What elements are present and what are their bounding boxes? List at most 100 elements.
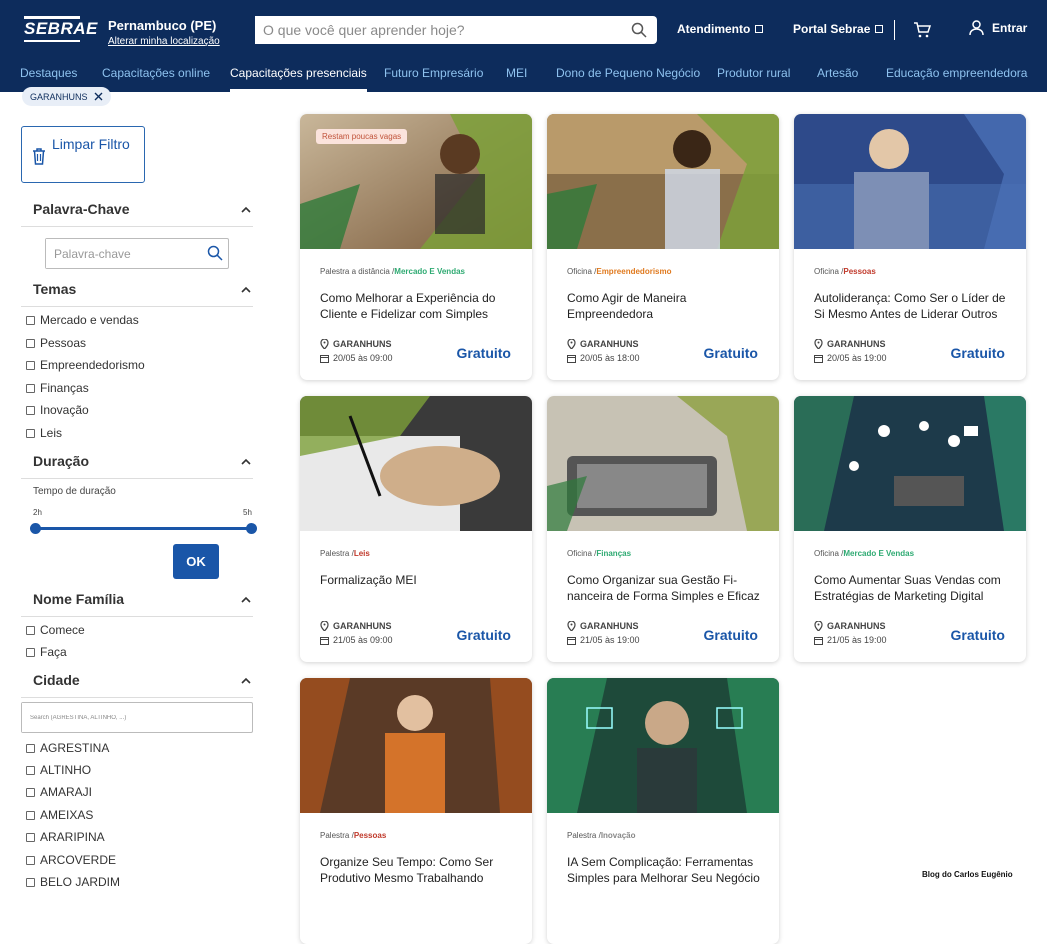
city-checkbox[interactable]: AMEIXAS [26, 808, 93, 822]
course-card[interactable]: Oficina /Mercado E Vendas Como Aumentar … [794, 396, 1026, 662]
checkbox[interactable] [26, 383, 35, 393]
course-topic[interactable]: Pessoas [354, 831, 386, 840]
checkbox[interactable] [26, 787, 35, 797]
cart-icon[interactable] [913, 22, 931, 38]
checkbox[interactable] [26, 405, 35, 415]
keyword-search[interactable] [45, 238, 229, 269]
city-checkbox[interactable]: ARARIPINA [26, 830, 105, 844]
course-topic[interactable]: Leis [354, 549, 370, 558]
course-image[interactable] [547, 114, 779, 249]
tab-capacitacoes-online[interactable]: Capacitações online [102, 66, 210, 92]
checkbox[interactable] [26, 743, 35, 753]
checkbox[interactable] [26, 765, 35, 775]
checkbox[interactable] [26, 855, 35, 865]
theme-checkbox[interactable]: Leis [26, 426, 62, 440]
change-location-link[interactable]: Alterar minha localização [108, 36, 220, 47]
chevron-up-icon[interactable] [241, 676, 251, 686]
theme-checkbox[interactable]: Empreendedorismo [26, 358, 145, 372]
ok-button[interactable]: OK [173, 544, 219, 579]
city-checkbox[interactable]: ALTINHO [26, 763, 91, 777]
chevron-up-icon[interactable] [241, 285, 251, 295]
checkbox[interactable] [26, 338, 35, 348]
themes-section-header[interactable]: Temas [21, 281, 253, 307]
course-topic[interactable]: Empreendedorismo [596, 267, 671, 276]
course-topic[interactable]: Inovação [601, 831, 636, 840]
family-checkbox[interactable]: Faça [26, 645, 67, 659]
course-image[interactable] [547, 396, 779, 531]
course-image[interactable]: Restam poucas vagas [300, 114, 532, 249]
course-card[interactable]: Palestra /Pessoas Organize Seu Tempo: Co… [300, 678, 532, 944]
course-image[interactable] [300, 678, 532, 813]
chevron-up-icon[interactable] [241, 595, 251, 605]
clear-filter-button[interactable]: Limpar Filtro [21, 126, 145, 183]
family-section-header[interactable]: Nome Família [21, 591, 253, 617]
city-checkbox[interactable]: AMARAJI [26, 785, 92, 799]
course-image[interactable] [300, 396, 532, 531]
slider-min-handle[interactable] [30, 523, 41, 534]
theme-checkbox[interactable]: Inovação [26, 403, 89, 417]
checkbox[interactable] [26, 832, 35, 842]
close-icon[interactable] [94, 92, 103, 101]
checkbox[interactable] [26, 625, 35, 635]
city-checkbox[interactable]: AGRESTINA [26, 741, 109, 755]
course-topic[interactable]: Mercado E Vendas [843, 549, 914, 558]
city-search[interactable] [21, 702, 253, 733]
course-image[interactable] [547, 678, 779, 813]
course-card[interactable]: Oficina /Pessoas Autoliderança: Como Ser… [794, 114, 1026, 380]
checkbox[interactable] [26, 360, 35, 370]
theme-checkbox[interactable]: Pessoas [26, 336, 86, 350]
duration-section-header[interactable]: Duração [21, 453, 253, 479]
theme-checkbox[interactable]: Mercado e vendas [26, 313, 139, 327]
course-card[interactable]: Palestra /Inovação IA Sem Complicação: F… [547, 678, 779, 944]
family-checkbox[interactable]: Comece [26, 623, 85, 637]
search-icon[interactable] [207, 245, 223, 261]
main-search-input[interactable] [255, 16, 615, 44]
course-image[interactable] [794, 114, 1026, 249]
course-title[interactable]: Organize Seu Tempo: Como Ser Produtivo M… [320, 854, 518, 886]
course-topic[interactable]: Finanças [596, 549, 631, 558]
keyword-input[interactable] [46, 239, 196, 268]
course-card[interactable]: Oficina /Finanças Como Organizar sua Ges… [547, 396, 779, 662]
course-card[interactable]: Restam poucas vagas Palestra a distância… [300, 114, 532, 380]
course-title[interactable]: Como Aumentar Suas Vendas com Estratégia… [814, 572, 1012, 604]
search-icon[interactable] [631, 22, 647, 38]
chevron-up-icon[interactable] [241, 457, 251, 467]
portal-sebrae-link[interactable]: Portal Sebrae [793, 22, 884, 36]
course-topic[interactable]: Mercado E Vendas [394, 267, 465, 276]
course-card[interactable]: Oficina /Empreendedorismo Como Agir de M… [547, 114, 779, 380]
tab-mei[interactable]: MEI [506, 66, 527, 92]
city-section-header[interactable]: Cidade [21, 672, 253, 698]
theme-checkbox[interactable]: Finanças [26, 381, 89, 395]
duration-slider-track[interactable] [36, 527, 251, 530]
tab-artesao[interactable]: Artesão [817, 66, 858, 92]
checkbox[interactable] [26, 810, 35, 820]
tab-futuro-empresario[interactable]: Futuro Empresário [384, 66, 483, 92]
checkbox[interactable] [26, 647, 35, 657]
checkbox[interactable] [26, 315, 35, 325]
tab-educacao-empreendedora[interactable]: Educação empreendedora [886, 66, 1027, 92]
main-search[interactable] [255, 16, 657, 44]
course-title[interactable]: Como Melhorar a Experiência do Cliente e… [320, 290, 518, 322]
city-checkbox[interactable]: ARCOVERDE [26, 853, 116, 867]
chevron-up-icon[interactable] [241, 205, 251, 215]
course-card[interactable]: Palestra /Leis Formalização MEI GARANHUN… [300, 396, 532, 662]
city-search-input[interactable] [22, 703, 242, 732]
course-title[interactable]: Como Agir de Maneira Empreendedora [567, 290, 765, 322]
slider-max-handle[interactable] [246, 523, 257, 534]
tab-capacitacoes-presenciais[interactable]: Capacitações presenciais [230, 66, 367, 92]
keyword-section-header[interactable]: Palavra-Chave [21, 201, 253, 227]
course-title[interactable]: Formalização MEI [320, 572, 518, 604]
course-topic[interactable]: Pessoas [843, 267, 875, 276]
sebrae-logo[interactable]: SEBRAE [24, 14, 97, 44]
course-title[interactable]: Autoliderança: Como Ser o Líder de Si Me… [814, 290, 1012, 322]
tab-dono-pequeno-negocio[interactable]: Dono de Pequeno Negócio [556, 66, 700, 92]
atendimento-link[interactable]: Atendimento [677, 22, 764, 36]
checkbox[interactable] [26, 877, 35, 887]
login-button[interactable]: Entrar [969, 20, 1027, 35]
course-image[interactable] [794, 396, 1026, 531]
city-checkbox[interactable]: BELO JARDIM [26, 875, 120, 889]
course-title[interactable]: Como Organizar sua Gestão Fi-nanceira de… [567, 572, 765, 604]
tab-produtor-rural[interactable]: Produtor rural [717, 66, 790, 92]
checkbox[interactable] [26, 428, 35, 438]
course-title[interactable]: IA Sem Complicação: Ferramentas Simples … [567, 854, 765, 886]
